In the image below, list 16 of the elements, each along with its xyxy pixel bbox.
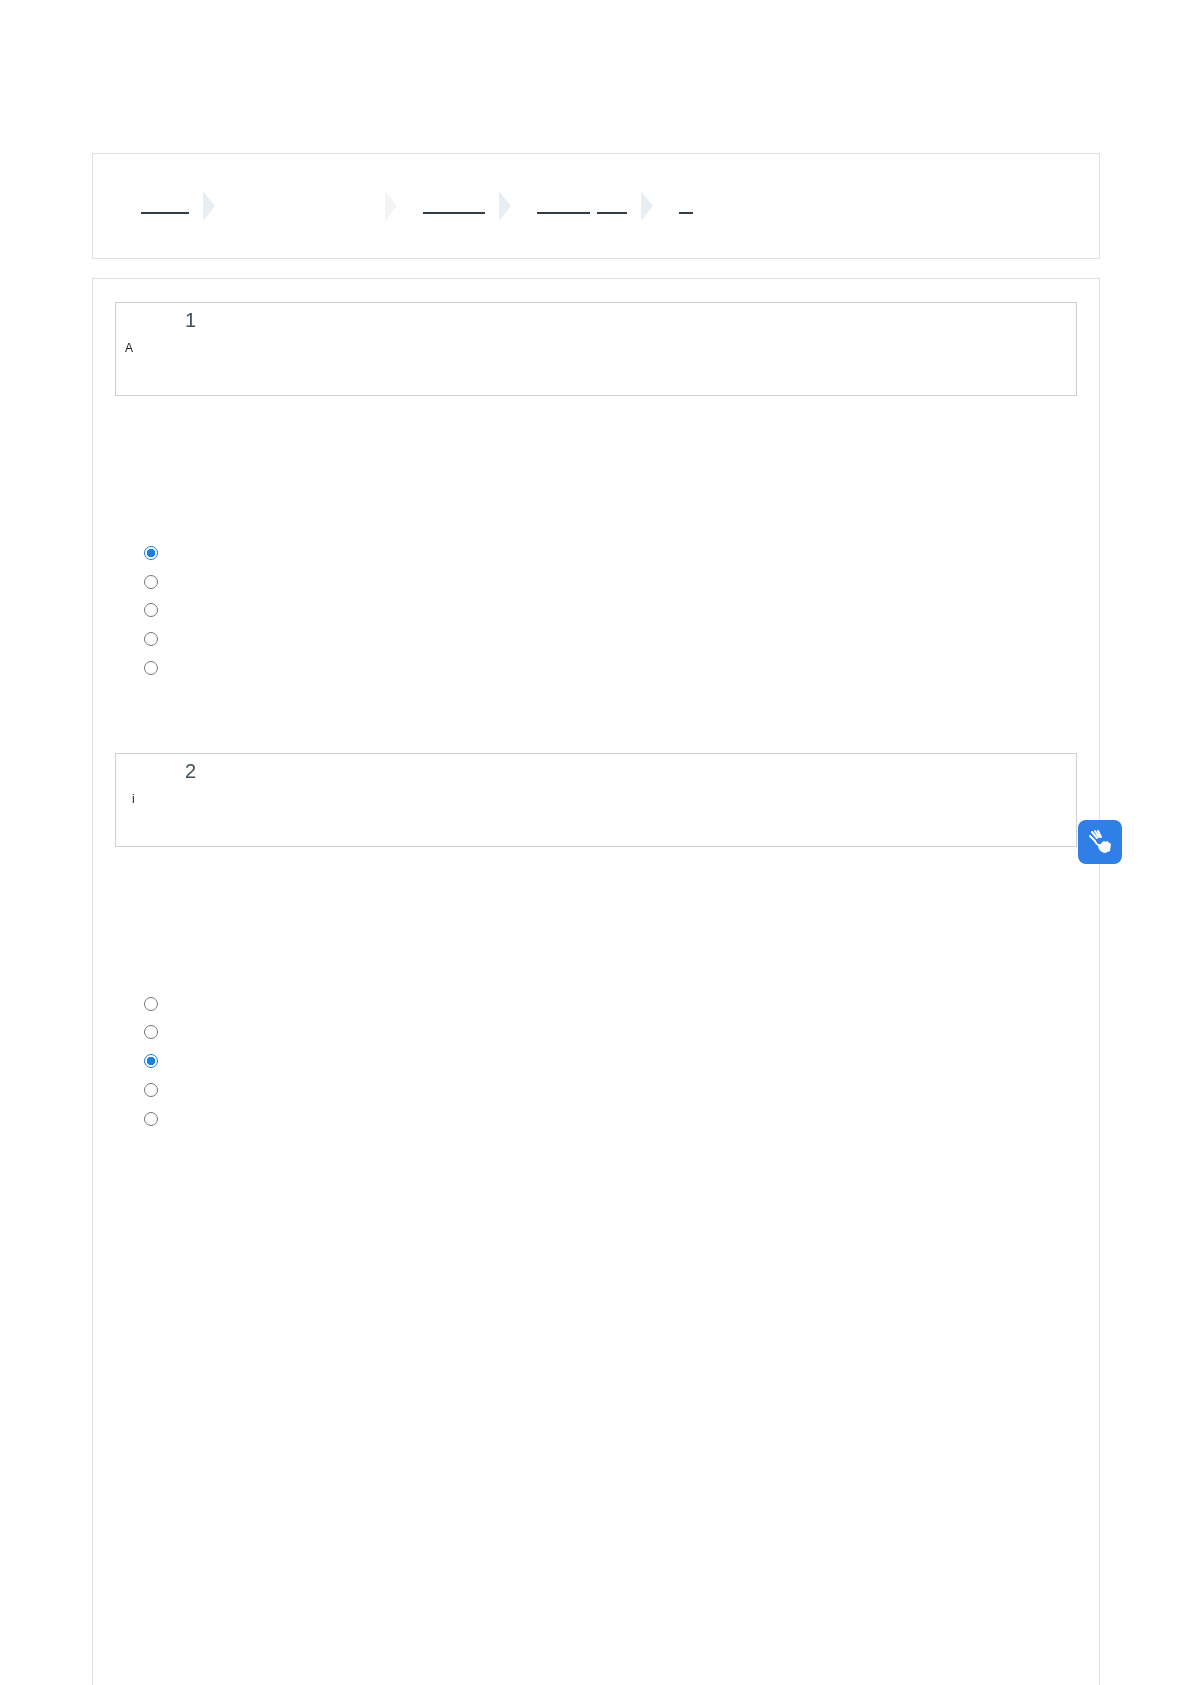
- radio-button[interactable]: [144, 632, 158, 647]
- accessibility-button[interactable]: [1078, 820, 1122, 864]
- radio-button[interactable]: [144, 1054, 158, 1069]
- radio-button[interactable]: [144, 603, 158, 618]
- radio-button[interactable]: [144, 546, 158, 560]
- radio-button[interactable]: [144, 1025, 158, 1040]
- radio-button[interactable]: [144, 1111, 158, 1126]
- question-number: 2: [185, 759, 197, 783]
- question-number: 1: [185, 309, 197, 332]
- question-text: A: [125, 341, 133, 355]
- question-text: i: [132, 791, 135, 806]
- hands-icon: [1086, 828, 1114, 856]
- radio-button[interactable]: [144, 660, 158, 675]
- radio-button[interactable]: [144, 996, 158, 1011]
- radio-button[interactable]: [144, 1082, 158, 1097]
- radio-button[interactable]: [144, 574, 158, 589]
